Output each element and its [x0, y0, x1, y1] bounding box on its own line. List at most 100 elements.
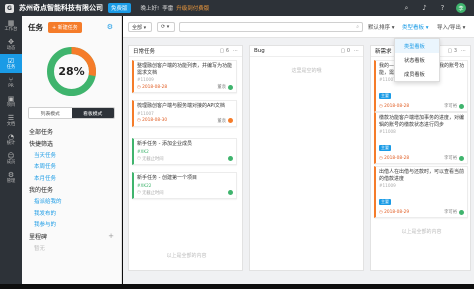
status-dot: [459, 155, 464, 161]
filter-this-week[interactable]: 本周任务: [22, 161, 122, 173]
column-header: Bug ▢ 0 ⋯: [250, 46, 363, 57]
column-bug: Bug ▢ 0 ⋯ 这里是空的哦: [249, 45, 364, 271]
task-card[interactable]: 缴款功能客户端增加事务的进度，对编辑的账号的缴款状态进行同步 #11008 主要…: [374, 112, 468, 164]
card-due: 2018-08-28: [142, 84, 168, 90]
card-due: 2018-08-28: [384, 155, 410, 161]
status-dot: [459, 209, 464, 215]
task-card[interactable]: 新手任务 - 创建第一个项目 #XK22 ◷ 无截止时间: [132, 172, 237, 199]
new-task-button[interactable]: + 新建任务: [48, 21, 82, 33]
column-title: 新需求: [375, 49, 392, 55]
priority-tag: 主要: [379, 145, 391, 151]
card-title: 新手任务 - 创建第一个项目: [137, 175, 197, 181]
dropdown-item-status-board[interactable]: 状态看板: [395, 53, 439, 67]
milestone-empty: 暂无: [34, 245, 46, 252]
card-footer: ◷ 2018-08-29 李可裕: [379, 209, 464, 215]
search-input[interactable]: ⌕: [179, 22, 363, 32]
more-icon[interactable]: ⋯: [461, 48, 466, 54]
search-icon[interactable]: ⌕: [402, 4, 411, 13]
dashboard-icon: ▦: [7, 19, 15, 27]
rail-item-label: 项目: [6, 103, 16, 108]
status-dot: [228, 156, 233, 161]
top-actions: ⌕ ♪ ? 李: [402, 3, 466, 13]
card-footer: ◷ 2018-08-28 李可裕: [379, 103, 464, 109]
card-id: #11007: [137, 110, 154, 116]
rail-item-3[interactable]: ⑂ PR: [0, 73, 22, 92]
priority-tag: 主要: [379, 199, 391, 205]
import-export-button[interactable]: 导入/导出 ▾: [437, 23, 465, 31]
filter-this-month[interactable]: 本月任务: [22, 172, 122, 184]
nav-rail: ▦ 工作台 ✥ 动态 ☑ 任务 ⑂ PR ▣ 项目 ☰ 文档 ◔ 统计 ☺ 成员 ⚙ 管理: [0, 16, 22, 289]
help-icon[interactable]: ?: [438, 4, 447, 13]
card-due: 2018-08-29: [384, 209, 410, 215]
bell-icon[interactable]: ♪: [420, 4, 429, 13]
column-daily: 日常任务 ▢ 6 ⋯ 整理融创客户端的功能列表，并编写为功能需求文档 #1100…: [128, 45, 243, 271]
column-header: 日常任务 ▢ 6 ⋯: [129, 46, 242, 57]
status-dot: [459, 103, 464, 109]
rail-item-7[interactable]: ☺ 成员: [0, 149, 22, 168]
greeting-text: 晚上好!: [140, 6, 160, 12]
column-end-note: 以上是全部的内容: [401, 229, 442, 235]
board-type-dropdown: 类型看板 状态看板 成员看板: [394, 38, 440, 82]
more-icon[interactable]: ⋯: [233, 48, 238, 54]
column-title: 日常任务: [133, 49, 156, 55]
rail-item-4[interactable]: ▣ 项目: [0, 92, 22, 111]
stats-icon: ◔: [7, 133, 15, 141]
rail-item-2[interactable]: ☑ 任务: [0, 54, 22, 73]
filter-assigned-to-me[interactable]: 指派给我的: [22, 196, 122, 208]
rail-item-1[interactable]: ✥ 动态: [0, 35, 22, 54]
project-icon: ▣: [7, 95, 15, 103]
card-id: #11009: [379, 183, 396, 188]
rail-item-0[interactable]: ▦ 工作台: [0, 16, 22, 35]
gear-icon[interactable]: ⚙: [107, 23, 113, 31]
more-icon[interactable]: ⋯: [354, 48, 359, 54]
refresh-select[interactable]: ⟳ ▾: [157, 22, 175, 32]
task-card[interactable]: 新手任务 - 添加企业成员 #XK2 ◷ 无截止时间: [132, 138, 237, 165]
filter-select[interactable]: 全部 ▾: [128, 22, 152, 32]
upgrade-link[interactable]: 升级到付费版: [176, 4, 209, 12]
user-name: 李雷: [162, 6, 174, 12]
task-icon: ☑: [7, 57, 15, 65]
task-filter-list: 全部任务 快捷筛选 当天任务 本周任务 本月任务 我的任务 指派给我的 我发布的…: [22, 125, 122, 254]
pull-request-icon: ⑂: [8, 76, 14, 84]
search-icon: ⌕: [356, 24, 359, 30]
rail-item-label: 任务: [6, 65, 16, 70]
status-dot: [228, 84, 233, 90]
rail-item-6[interactable]: ◔ 统计: [0, 130, 22, 149]
tab-board-mode[interactable]: 看板模式: [71, 108, 114, 118]
task-card[interactable]: 梳理融创客户端与服务端对接的API文档 #11007 ◷ 2018-08-30 …: [132, 100, 237, 127]
add-milestone-icon[interactable]: +: [108, 232, 114, 240]
filter-quick-group: 快捷筛选: [29, 140, 54, 148]
progress-donut: 28%: [45, 45, 98, 98]
sort-button[interactable]: 默认排序 ▾: [368, 23, 395, 31]
avatar[interactable]: 李: [456, 3, 466, 13]
card-title: 整理融创客户端的功能列表，并编写为功能需求文档: [137, 63, 233, 76]
dropdown-item-type-board[interactable]: 类型看板: [395, 39, 439, 53]
rail-item-label: 成员: [6, 160, 16, 165]
rail-item-label: 工作台: [4, 27, 18, 32]
milestone-header: 里程碑 +: [22, 230, 122, 242]
filter-created-by-me[interactable]: 我发布的: [22, 207, 122, 219]
rail-item-5[interactable]: ☰ 文档: [0, 111, 22, 130]
task-card[interactable]: 整理融创客户端的功能列表，并编写为功能需求文档 #11009 ◷ 2018-08…: [132, 60, 237, 93]
top-bar: G 苏州奇点智能科技有限公司 免费版 晚上好! 李雷 升级到付费版 ⌕ ♪ ? …: [0, 0, 474, 16]
panel-header: 任务 + 新建任务 ⚙: [22, 16, 121, 38]
filter-today[interactable]: 当天任务: [22, 149, 122, 161]
column-empty-note: 这里是空的哦: [291, 68, 322, 74]
tab-list-mode[interactable]: 列表模式: [29, 108, 72, 118]
filter-participating[interactable]: 我参与的: [22, 219, 122, 231]
window-bottom-edge: [0, 284, 474, 289]
rail-item-label: 动态: [6, 46, 16, 51]
status-dot: [228, 118, 233, 123]
rail-item-8[interactable]: ⚙ 管理: [0, 168, 22, 187]
rail-item-label: PR: [8, 84, 14, 89]
task-card[interactable]: 出借人在出借与还款时，可以查看当前的借款进度 #11009 主要 ◷ 2018-…: [374, 166, 468, 218]
card-footer: ◷ 无截止时间: [137, 156, 233, 162]
filter-all-tasks[interactable]: 全部任务: [22, 125, 122, 137]
rail-item-label: 文档: [6, 122, 16, 127]
org-name[interactable]: 苏州奇点智能科技有限公司: [19, 3, 103, 13]
board-type-button[interactable]: 类型看板 ▾: [402, 23, 429, 31]
card-assignee: 李可裕: [444, 210, 457, 215]
card-id: #XK2: [137, 148, 149, 154]
card-due: 2018-08-28: [384, 103, 410, 109]
dropdown-item-member-board[interactable]: 成员看板: [395, 67, 439, 81]
